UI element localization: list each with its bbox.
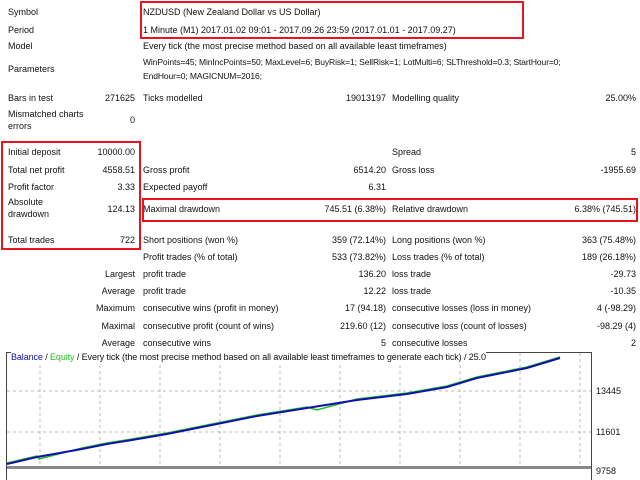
ptrades-label: Profit trades (% of total) [143,252,238,262]
max-cons-loss-value: -98.29 (4) [596,321,636,331]
short-label: Short positions (won %) [143,235,239,245]
max-cons-losses-label: consecutive losses (loss in money) [392,303,532,313]
y-tick-9758: 9758 [596,466,617,476]
params-label: Parameters [8,64,55,74]
payoff-value: 6.31 [368,182,386,192]
avg-cons-label: Average [101,338,135,348]
period-label: Period [8,25,35,35]
highlight-drawdown [142,198,638,222]
long-value: 363 (75.48%) [581,235,636,245]
y-tick-13445: 13445 [596,386,622,396]
highlight-symbol-period [140,1,524,39]
gross-loss-label: Gross loss [392,165,435,175]
ticks-label: Ticks modelled [143,93,203,103]
max-cons-profit-label: consecutive profit (count of wins) [143,321,275,331]
balance-chart: Balance / Equity / Every tick (the most … [6,351,592,480]
average-profit-label: profit trade [143,286,187,296]
max-cons-wins-label: consecutive wins (profit in money) [143,303,279,313]
ptrades-value: 533 (73.82%) [331,252,386,262]
bars-label: Bars in test [8,93,54,103]
short-value: 359 (72.14%) [331,235,386,245]
payoff-label: Expected payoff [143,182,208,192]
average-loss-value: -10.35 [610,286,636,296]
maximal-label: Maximal [101,321,135,331]
largest-loss-label: loss trade [392,269,432,279]
legend-balance: Balance [11,352,43,362]
legend-description: / Every tick (the most precise method ba… [74,352,486,362]
legend-equity: Equity [50,352,75,362]
largest-profit-value: 136.20 [358,269,386,279]
quality-value: 25.00% [605,93,636,103]
chart-plot [7,353,591,469]
params-line2: EndHour=0; MAGICNUM=2016; [143,71,262,81]
ltrades-label: Loss trades (% of total) [392,252,485,262]
spread-value: 5 [630,147,636,157]
max-cons-losses-value: 4 (-98.29) [596,303,636,313]
gross-profit-value: 6514.20 [353,165,386,175]
gross-profit-label: Gross profit [143,165,190,175]
ltrades-value: 189 (26.18%) [581,252,636,262]
max-cons-profit-value: 219.60 (12) [339,321,386,331]
gross-loss-value: -1955.69 [600,165,636,175]
avg-cons-wins-value: 5 [380,338,386,348]
chart-legend: Balance / Equity / Every tick (the most … [11,351,486,363]
legend-sep: / [42,352,51,362]
max-cons-loss-label: consecutive loss (count of losses) [392,321,527,331]
y-tick-11601: 11601 [596,427,621,437]
avg-cons-losses-label: consecutive losses [392,338,468,348]
balance-line [7,357,561,465]
symbol-label: Symbol [8,7,39,17]
max-cons-wins-value: 17 (94.18) [344,303,386,313]
model-label: Model [8,41,33,51]
average-profit-value: 12.22 [363,286,386,296]
avg-cons-losses-value: 2 [630,338,636,348]
bars-value: 271625 [104,93,135,103]
ticks-value: 19013197 [345,93,386,103]
spread-label: Spread [392,147,422,157]
average-loss-label: loss trade [392,286,432,296]
long-label: Long positions (won %) [392,235,486,245]
mismatch-label-2: errors [8,121,32,131]
avg-cons-wins-label: consecutive wins [143,338,212,348]
model-value: Every tick (the most precise method base… [143,41,447,51]
params-line1: WinPoints=45; MinIncPoints=50; MaxLevel=… [143,57,561,67]
largest-label: Largest [104,269,135,279]
mismatch-value: 0 [129,115,135,125]
largest-loss-value: -29.73 [610,269,636,279]
mismatch-label-1: Mismatched charts [8,109,84,119]
quality-label: Modelling quality [392,93,460,103]
highlight-deposit-trades [1,141,141,250]
maximum-label: Maximum [95,303,135,313]
chart-axis-bar [7,466,591,469]
average-label: Average [101,286,135,296]
largest-profit-label: profit trade [143,269,187,279]
